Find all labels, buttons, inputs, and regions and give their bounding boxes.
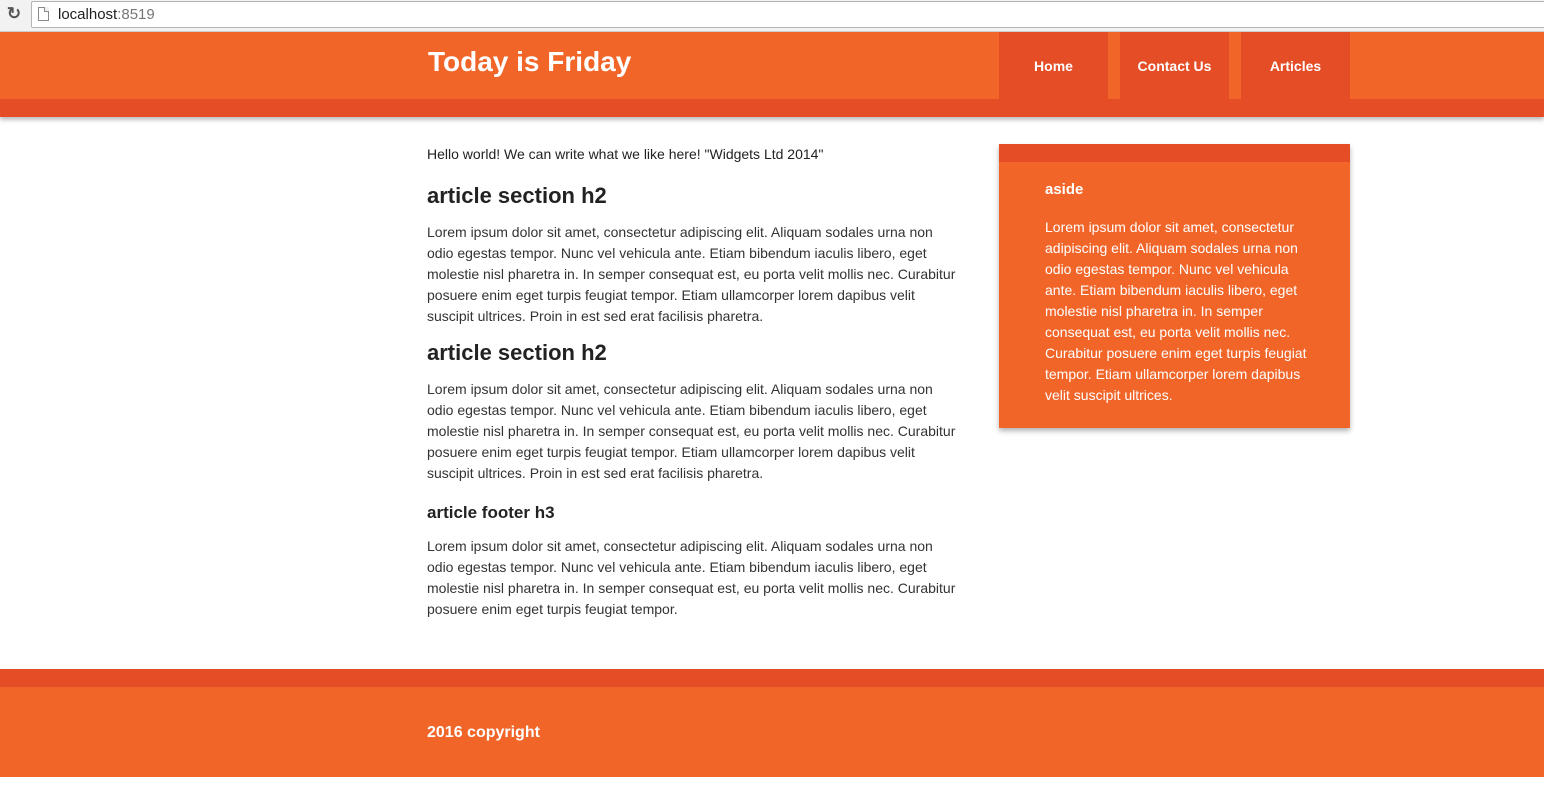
aside-title: aside (1045, 181, 1084, 198)
aside-accent-strip (999, 144, 1350, 162)
url-port: :8519 (117, 6, 155, 23)
copyright-text: 2016 copyright (427, 724, 540, 741)
site-title: Today is Friday (428, 46, 632, 77)
nav-contact-us[interactable]: Contact Us (1120, 32, 1229, 99)
main-nav: Home Contact Us Articles (999, 32, 1362, 99)
article-section: article section h2 Lorem ipsum dolor sit… (427, 181, 957, 327)
header-accent-strip (0, 99, 1544, 117)
url-text[interactable]: localhost:8519 (58, 6, 155, 24)
section-heading: article section h2 (427, 183, 607, 208)
article-footer-paragraph: Lorem ipsum dolor sit amet, consectetur … (427, 538, 956, 617)
address-bar[interactable]: localhost:8519 (31, 1, 1544, 28)
aside-text: Lorem ipsum dolor sit amet, consectetur … (1045, 219, 1307, 403)
section-paragraph: Lorem ipsum dolor sit amet, consectetur … (427, 381, 956, 481)
site-footer: 2016 copyright (0, 669, 1544, 777)
intro-text: Hello world! We can write what we like h… (427, 146, 824, 162)
article-footer-heading: article footer h3 (427, 503, 555, 522)
page-icon (38, 7, 49, 21)
section-paragraph: Lorem ipsum dolor sit amet, consectetur … (427, 224, 956, 324)
nav-home[interactable]: Home (999, 32, 1108, 99)
url-host: localhost (58, 6, 118, 23)
footer-accent-strip (0, 669, 1544, 687)
article-section: article section h2 Lorem ipsum dolor sit… (427, 338, 957, 484)
reload-icon[interactable]: ↻ (4, 4, 24, 24)
site-header: Today is Friday Home Contact Us Articles (0, 32, 1544, 117)
article: Hello world! We can write what we like h… (427, 144, 957, 631)
article-footer: article footer h3 Lorem ipsum dolor sit … (427, 502, 957, 620)
aside-panel: aside Lorem ipsum dolor sit amet, consec… (999, 144, 1350, 428)
browser-toolbar: ↻ localhost:8519 (0, 0, 1544, 32)
section-heading: article section h2 (427, 340, 607, 365)
nav-articles[interactable]: Articles (1241, 32, 1350, 99)
